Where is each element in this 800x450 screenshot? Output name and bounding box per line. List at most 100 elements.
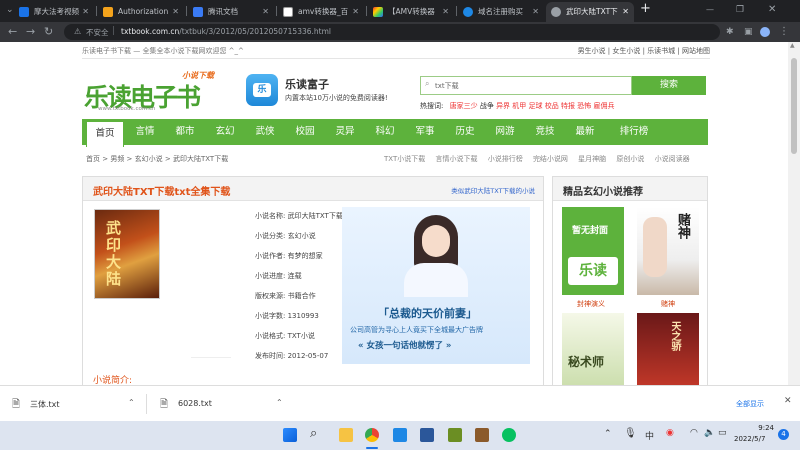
site-logo[interactable]: 乐读电子书 小说下载 www.txtbook.com.cn [84,68,222,114]
rec-cover-placeholder[interactable]: 暂无封面 乐读 [562,207,624,295]
tab-close-icon[interactable]: ✕ [262,2,269,22]
security-label[interactable]: 不安全 [86,27,109,38]
top-link-store[interactable]: 乐读书城 [647,47,675,55]
close-window-button[interactable]: ✕ [768,3,776,17]
tab-search-icon[interactable]: ⌄ [6,3,14,17]
tab-close-icon[interactable]: ✕ [82,2,89,22]
hot-word[interactable]: 雇佣兵 [593,102,614,110]
tab-close-icon[interactable]: ✕ [172,2,179,22]
nav-item[interactable]: 历史 [446,119,484,145]
rec-title[interactable]: 封神演义 [577,299,605,309]
close-downloads-icon[interactable]: ✕ [784,396,792,406]
nav-item[interactable]: 竞技 [526,119,564,145]
app-icon[interactable] [393,428,407,442]
tab-5[interactable]: 域名注册购买 ✕ [458,2,544,22]
rec-cover[interactable]: 天之骄 [637,313,699,385]
extensions-icon[interactable]: ✱ [726,25,734,39]
tab-0[interactable]: 摩大法考视频 ✕ [14,2,94,22]
nav-item[interactable]: 排行榜 [606,119,662,145]
omnibox[interactable]: ⚠ 不安全 | txtbook.com.cn/txtbuk/3/2012/05/… [64,24,720,40]
nav-item[interactable]: 都市 [166,119,204,145]
tab-close-icon[interactable]: ✕ [352,2,359,22]
similar-link[interactable]: 类似武印大陆TXT下载的小说 [451,185,535,195]
hot-word[interactable]: 足球 [529,102,543,110]
url-text[interactable]: txtbook.com.cn/txtbuk/3/2012/05/20120507… [121,27,331,36]
nav-item[interactable]: 军事 [406,119,444,145]
crumb-link[interactable]: 玄幻小说 [135,155,163,163]
hot-word[interactable]: 特报 [561,102,575,110]
scrollbar[interactable]: ▲ [788,42,800,385]
reader-app-name[interactable]: 乐读富子 [285,76,329,92]
download-item[interactable]: 🗎 6028.txt ⌃ [158,394,288,414]
crumb-link[interactable]: 男频 [110,155,124,163]
file-explorer-icon[interactable] [339,428,353,442]
crumb-link[interactable]: 首页 [86,155,100,163]
nav-home[interactable]: 首页 [86,121,124,147]
scroll-thumb[interactable] [791,58,797,154]
menu-icon[interactable]: ⋮ [779,25,789,39]
top-link-sitemap[interactable]: 网站地图 [682,47,710,55]
tab-2[interactable]: 腾讯文档 ✕ [188,2,274,22]
search-taskbar-icon[interactable]: ⌕ [310,426,317,441]
nav-item[interactable]: 灵异 [326,119,364,145]
rec-title[interactable]: 赌神 [661,299,675,309]
tab-close-icon[interactable]: ✕ [622,2,629,22]
nav-item[interactable]: 言情 [126,119,164,145]
chrome-icon[interactable] [365,428,379,442]
hot-word[interactable]: 机甲 [512,102,526,110]
search-button[interactable]: 搜索 [632,76,706,95]
tab-6-active[interactable]: 武印大陆TXT下 ✕ [546,2,634,22]
nav-item[interactable]: 科幻 [366,119,404,145]
rec-cover[interactable]: 赌神 [637,207,699,295]
antivirus-icon[interactable]: ◉ [666,428,674,438]
search-input[interactable]: ⌕ txt下载 [420,76,632,95]
maximize-button[interactable]: ❐ [736,3,744,17]
tab-close-icon[interactable]: ✕ [442,2,449,22]
back-icon[interactable]: ← [8,25,17,39]
wechat-icon[interactable] [502,428,516,442]
download-item[interactable]: 🗎 三体.txt ⌃ [10,394,140,414]
chevron-up-icon[interactable]: ⌃ [276,398,283,407]
hot-word[interactable]: 异界 [496,102,510,110]
profile-avatar[interactable] [760,27,770,37]
hot-word[interactable]: 唐家三少 [450,102,478,110]
nav-item[interactable]: 校园 [286,119,324,145]
nav-item[interactable]: 武侠 [246,119,284,145]
book-cover[interactable]: 武印大陆 [94,209,160,299]
nav-item[interactable]: 最新 [566,119,604,145]
chevron-up-icon[interactable]: ⌃ [128,398,135,407]
tab-4[interactable]: 【AMV转换器 ✕ [368,2,454,22]
hot-word[interactable]: 校品 [545,102,559,110]
top-link-male[interactable]: 男生小说 [578,47,606,55]
windows-start-icon[interactable] [283,428,297,442]
tab-close-icon[interactable]: ✕ [532,2,539,22]
game-icon[interactable] [475,428,489,442]
show-all-downloads[interactable]: 全部显示 [736,399,764,409]
battery-icon[interactable]: ▭ [718,428,727,438]
minecraft-icon[interactable] [448,428,462,442]
chevron-up-icon[interactable]: ⌃ [604,429,612,439]
wifi-icon[interactable]: ◠ [690,428,698,438]
nav-item[interactable]: 玄幻 [206,119,244,145]
microphone-icon[interactable]: 🎙 [624,428,637,439]
ime-indicator[interactable]: 中 [645,429,654,442]
ad-banner[interactable]: 「总裁的天价前妻」 公司高管为寻心上人竟买下全城最大广告牌 « 女孩一句话他就愣… [342,207,530,364]
reader-app-icon[interactable]: 乐 [246,74,278,106]
sidebar-icon[interactable]: ▣ [744,25,753,39]
minimize-button[interactable]: — [706,3,714,17]
tab-3[interactable]: amv转换器_百 ✕ [278,2,364,22]
top-link-female[interactable]: 女生小说 [612,47,640,55]
hot-word[interactable]: 战争 [480,102,494,110]
tab-1[interactable]: Authorization ✕ [98,2,184,22]
word-icon[interactable] [420,428,434,442]
volume-icon[interactable]: 🔈 [704,428,715,438]
rec-cover[interactable]: 秘术师 [562,313,624,385]
reload-icon[interactable]: ↻ [44,25,53,39]
nav-item[interactable]: 网游 [486,119,524,145]
notification-badge[interactable]: 4 [778,429,789,440]
new-tab-button[interactable]: + [640,2,651,16]
forward-icon[interactable]: → [26,25,35,39]
hot-word[interactable]: 恐怖 [577,102,591,110]
clock-date[interactable]: 2022/5/7 [734,435,765,443]
clock-time[interactable]: 9:24 [746,424,774,432]
